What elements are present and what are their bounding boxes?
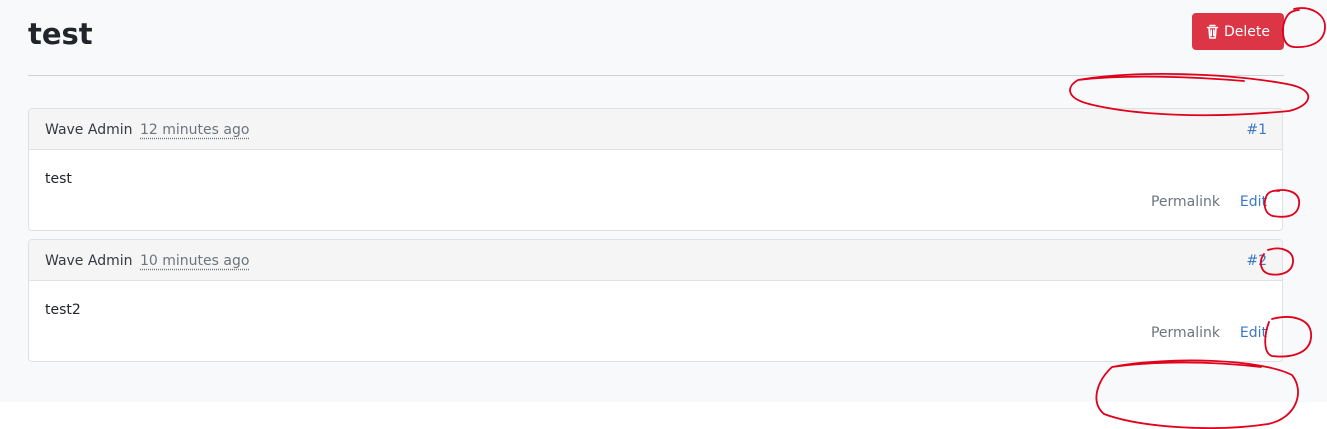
post-page: test Delete Wave Admin 12 minutes ago #1… [0, 0, 1327, 402]
comment-timestamp[interactable]: 12 minutes ago [140, 121, 249, 139]
comment-anchor-link[interactable]: #1 [1246, 121, 1267, 139]
comment-header: Wave Admin 12 minutes ago #1 [29, 109, 1282, 150]
page-title: test [28, 17, 93, 51]
comment-author: Wave Admin [45, 122, 133, 138]
comment-card: Wave Admin 10 minutes ago #2 test2 Perma… [28, 239, 1283, 362]
title-divider [28, 75, 1284, 76]
comment-body: test2 [45, 302, 81, 318]
comment-header: Wave Admin 10 minutes ago #2 [29, 240, 1282, 281]
comment-card: Wave Admin 12 minutes ago #1 test Permal… [28, 108, 1283, 231]
trash-icon [1206, 24, 1219, 40]
delete-button-label: Delete [1224, 23, 1270, 40]
delete-button[interactable]: Delete [1192, 13, 1284, 50]
edit-link[interactable]: Edit [1240, 193, 1267, 211]
comment-author: Wave Admin [45, 253, 133, 269]
comment-body: test [45, 171, 72, 187]
permalink-link[interactable]: Permalink [1151, 193, 1220, 211]
edit-link[interactable]: Edit [1240, 324, 1267, 342]
permalink-link[interactable]: Permalink [1151, 324, 1220, 342]
comment-timestamp[interactable]: 10 minutes ago [140, 252, 249, 270]
comment-anchor-link[interactable]: #2 [1246, 252, 1267, 270]
